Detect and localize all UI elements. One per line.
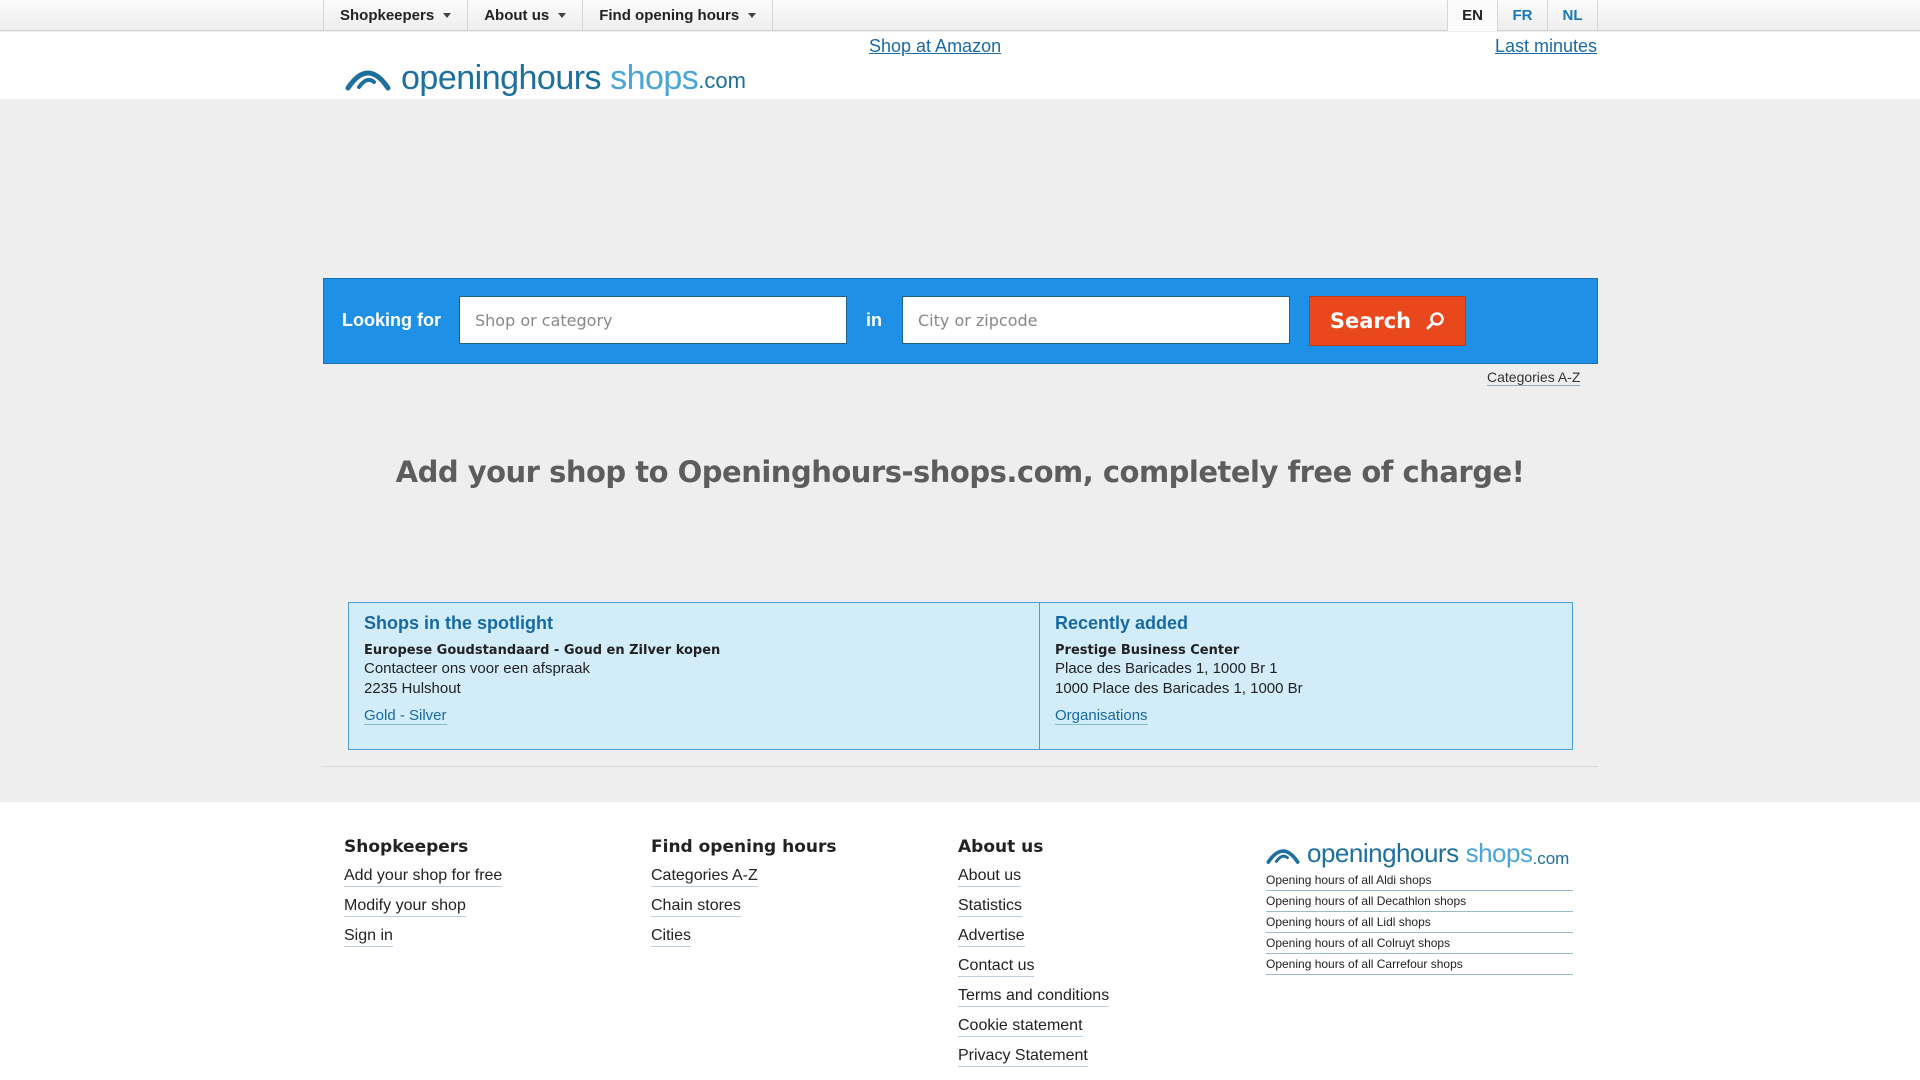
last-minutes-link[interactable]: Last minutes <box>1495 36 1597 57</box>
recent-shop-line2: 1000 Place des Baricades 1, 1000 Br <box>1055 680 1303 697</box>
footer-link-advertise[interactable]: Advertise <box>958 926 1025 947</box>
language-nl[interactable]: NL <box>1548 0 1598 31</box>
footer-about-title: About us <box>958 837 1044 857</box>
language-switcher: EN FR NL <box>1447 0 1598 31</box>
site-footer: Shopkeepers Add your shop for free Modif… <box>0 802 1920 1080</box>
caret-down-icon <box>443 13 452 18</box>
looking-for-label: Looking for <box>342 310 441 330</box>
footer-link-categories[interactable]: Categories A-Z <box>651 866 758 887</box>
logo-text-openinghours: openinghours <box>401 59 602 97</box>
footer-logo-text-openinghours: openinghours <box>1307 838 1459 868</box>
spotlight-category-link[interactable]: Gold - Silver <box>364 707 447 725</box>
caret-down-icon <box>558 13 567 18</box>
divider <box>323 766 1598 767</box>
menu-about-us[interactable]: About us <box>468 0 584 31</box>
footer-link-cities[interactable]: Cities <box>651 926 692 947</box>
language-en[interactable]: EN <box>1448 0 1498 31</box>
recent-title: Recently added <box>1055 613 1189 633</box>
site-header: openinghours shops .com Shop at Amazon L… <box>0 32 1920 99</box>
menu-about-us-label: About us <box>484 7 550 24</box>
shop-at-amazon-link[interactable]: Shop at Amazon <box>869 36 1001 57</box>
logo-arc-icon <box>345 70 391 91</box>
footer-link-sign-in[interactable]: Sign in <box>344 926 393 947</box>
search-button[interactable]: Search <box>1309 296 1466 346</box>
menu-shopkeepers-label: Shopkeepers <box>340 7 435 24</box>
menu-find-opening-hours-label: Find opening hours <box>599 7 740 24</box>
menu-find-opening-hours[interactable]: Find opening hours <box>583 0 774 31</box>
footer-link-modify-shop[interactable]: Modify your shop <box>344 896 466 917</box>
spotlight-shop-name[interactable]: Europese Goudstandaard - Goud en Zilver … <box>364 643 1024 658</box>
footer-logo[interactable]: openinghours shops .com <box>1266 838 1569 869</box>
footer-link-cookie[interactable]: Cookie statement <box>958 1016 1083 1037</box>
caret-down-icon <box>748 13 757 18</box>
footer-shopkeepers: Shopkeepers Add your shop for free Modif… <box>344 837 503 956</box>
in-label: in <box>866 310 882 330</box>
menu-shopkeepers[interactable]: Shopkeepers <box>324 0 469 31</box>
footer-shopkeepers-title: Shopkeepers <box>344 837 469 857</box>
spotlight-shop-line1: Contacteer ons voor een afspraak <box>364 660 590 677</box>
chain-store-links: Opening hours of all Aldi shops Opening … <box>1266 870 1573 975</box>
chain-link-colruyt[interactable]: Opening hours of all Colruyt shops <box>1266 933 1573 954</box>
chain-link-carrefour[interactable]: Opening hours of all Carrefour shops <box>1266 954 1573 975</box>
chain-link-decathlon[interactable]: Opening hours of all Decathlon shops <box>1266 891 1573 912</box>
spotlight-panel: Shops in the spotlight Europese Goudstan… <box>348 602 1573 750</box>
footer-logo-text-shops: shops <box>1465 838 1533 868</box>
search-bar: Looking for in Search <box>323 278 1598 364</box>
logo-text-com: .com <box>698 68 746 93</box>
footer-link-terms[interactable]: Terms and conditions <box>958 986 1110 1007</box>
footer-find-title: Find opening hours <box>651 837 837 857</box>
footer-link-chain-stores[interactable]: Chain stores <box>651 896 741 917</box>
recent-shop-line1: Place des Baricades 1, 1000 Br 1 <box>1055 660 1278 677</box>
logo-text-shops: shops <box>610 59 699 97</box>
city-search-input[interactable] <box>902 296 1290 344</box>
footer-link-contact[interactable]: Contact us <box>958 956 1035 977</box>
search-icon <box>1426 312 1444 330</box>
search-button-label: Search <box>1329 309 1412 333</box>
recent-shop-name[interactable]: Prestige Business Center <box>1055 643 1303 658</box>
footer-link-statistics[interactable]: Statistics <box>958 896 1023 917</box>
page-headline: Add your shop to Openinghours-shops.com,… <box>395 455 1525 489</box>
recently-added: Recently added Prestige Business Center … <box>1040 603 1318 749</box>
site-logo[interactable]: openinghours shops .com <box>345 60 746 96</box>
categories-az-link[interactable]: Categories A-Z <box>1487 369 1581 386</box>
footer-logo-text-com: .com <box>1532 849 1570 868</box>
main-menu: Shopkeepers About us Find opening hours <box>323 0 774 31</box>
spotlight-shop-line2: 2235 Hulshout <box>364 680 461 697</box>
logo-arc-icon <box>1266 849 1300 864</box>
spotlight-title: Shops in the spotlight <box>364 613 553 633</box>
footer-link-add-shop[interactable]: Add your shop for free <box>344 866 503 887</box>
top-navigation-bar: Shopkeepers About us Find opening hours … <box>0 0 1920 31</box>
footer-find-opening-hours: Find opening hours Categories A-Z Chain … <box>651 837 837 956</box>
language-fr[interactable]: FR <box>1498 0 1548 31</box>
chain-link-aldi[interactable]: Opening hours of all Aldi shops <box>1266 870 1573 891</box>
shop-search-input[interactable] <box>459 296 847 344</box>
footer-link-privacy[interactable]: Privacy Statement <box>958 1046 1088 1067</box>
shops-in-spotlight: Shops in the spotlight Europese Goudstan… <box>349 603 1040 749</box>
recent-category-link[interactable]: Organisations <box>1055 707 1148 725</box>
chain-link-lidl[interactable]: Opening hours of all Lidl shops <box>1266 912 1573 933</box>
footer-link-about-us[interactable]: About us <box>958 866 1022 887</box>
footer-about-us: About us About us Statistics Advertise C… <box>958 837 1110 1076</box>
